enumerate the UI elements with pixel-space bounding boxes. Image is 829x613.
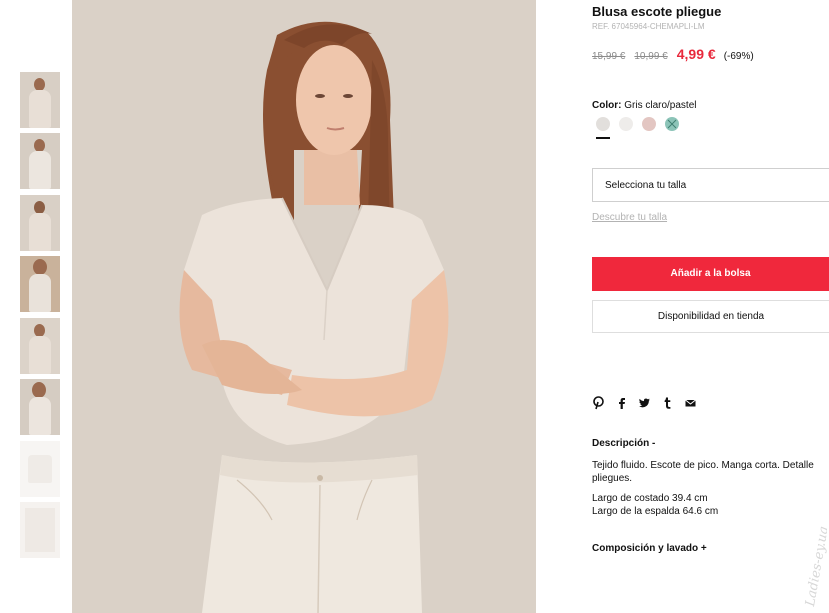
garment-flat-image	[28, 455, 52, 483]
facebook-icon[interactable]	[615, 396, 628, 410]
product-info-panel: Blusa escote pliegue REF. 67045964-CHEMA…	[592, 0, 829, 613]
thumbnail-6[interactable]	[20, 379, 60, 435]
measure-side-length: Largo de costado 39.4 cm	[592, 493, 708, 504]
color-swatch-blanco[interactable]	[619, 117, 633, 131]
price-row: 15,99 € 10,99 € 4,99 € (-69%)	[592, 46, 754, 62]
composition-section-toggle[interactable]: Composición y lavado +	[592, 543, 707, 554]
add-to-bag-button[interactable]: Añadir a la bolsa	[592, 257, 829, 291]
color-value: Gris claro/pastel	[624, 100, 697, 111]
model-photo	[72, 0, 536, 613]
color-label: Color:	[592, 100, 622, 111]
color-swatch-rosa[interactable]	[642, 117, 656, 131]
tumblr-icon[interactable]	[661, 396, 674, 410]
watermark: Ladies-ey.ua	[797, 480, 827, 610]
thumbnail-3[interactable]	[20, 195, 60, 251]
main-product-image[interactable]	[72, 0, 536, 613]
thumbnail-7[interactable]	[20, 441, 60, 497]
thumbnail-2[interactable]	[20, 133, 60, 189]
twitter-icon[interactable]	[638, 396, 651, 410]
sale-price: 4,99 €	[676, 46, 716, 62]
email-icon[interactable]	[684, 396, 697, 410]
original-price: 15,99 €	[592, 51, 626, 62]
thumbnail-8[interactable]	[20, 502, 60, 558]
thumbnail-5[interactable]	[20, 318, 60, 374]
color-swatch-gris-claro[interactable]	[596, 117, 610, 139]
size-select[interactable]: Selecciona tu talla	[592, 168, 829, 202]
color-label-row: Color: Gris claro/pastel	[592, 100, 696, 111]
description-text: Tejido fluido. Escote de pico. Manga cor…	[592, 460, 814, 484]
unavailable-cross-icon	[667, 119, 677, 129]
previous-price: 10,99 €	[634, 51, 668, 62]
thumbnail-1[interactable]	[20, 72, 60, 128]
color-swatches	[596, 117, 679, 139]
product-reference: REF. 67045964-CHEMAPLI-LM	[592, 22, 705, 31]
watermark-text: Ladies-ey.ua	[803, 525, 827, 608]
measure-back-length: Largo de la espalda 64.6 cm	[592, 506, 719, 517]
store-availability-button[interactable]: Disponibilidad en tienda	[592, 300, 829, 333]
discount-badge: (-69%)	[723, 51, 754, 62]
size-guide-link[interactable]: Descubre tu talla	[592, 212, 667, 223]
pinterest-icon[interactable]	[592, 396, 605, 410]
thumbnail-4[interactable]	[20, 256, 60, 312]
social-share-icons	[592, 396, 697, 410]
garment-detail-image	[25, 508, 55, 552]
product-title: Blusa escote pliegue	[592, 4, 722, 19]
description-section-toggle[interactable]: Descripción -	[592, 438, 655, 449]
color-swatch-verde-unavailable[interactable]	[665, 117, 679, 131]
